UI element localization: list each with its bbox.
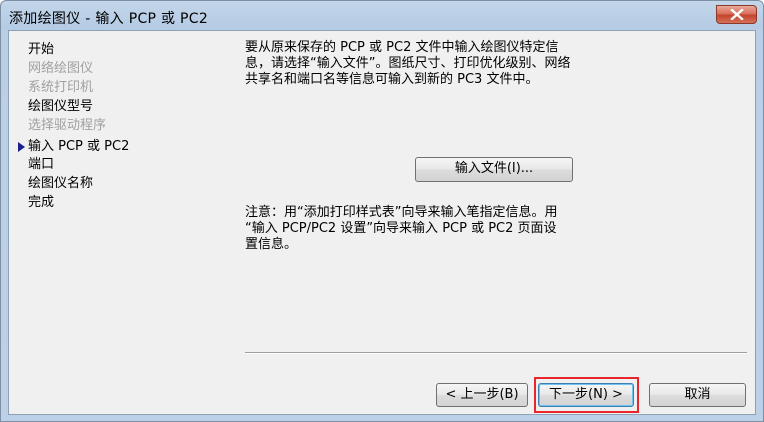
note-text: 注意：用“添加打印样式表”向导来输入笔指定信息。用 “输入 PCP/PC2 设置… <box>245 205 655 253</box>
step-port: 端口 <box>28 157 55 172</box>
add-plotter-dialog: 添加绘图仪 - 输入 PCP 或 PC2 开始 网络绘图仪 系统打印机 绘图仪型… <box>0 0 764 422</box>
import-file-button[interactable]: 输入文件(I)... <box>415 157 573 182</box>
note-line: 注意：用“添加打印样式表”向导来输入笔指定信息。用 <box>245 205 558 220</box>
title-bar: 添加绘图仪 - 输入 PCP 或 PC2 <box>1 1 763 31</box>
close-icon <box>730 9 744 20</box>
step-finish: 完成 <box>28 195 55 210</box>
step-import-pcp-pc2: 输入 PCP 或 PC2 <box>28 139 130 154</box>
description-line: 息，请选择“输入文件”。图纸尺寸、打印优化级别、网络 <box>245 56 571 71</box>
step-plotter-model: 绘图仪型号 <box>28 99 94 114</box>
annotation-highlight-box <box>534 377 639 413</box>
window-title: 添加绘图仪 - 输入 PCP 或 PC2 <box>9 11 209 27</box>
step-select-driver: 选择驱动程序 <box>28 118 107 133</box>
note-line: “输入 PCP/PC2 设置”向导来输入 PCP 或 PC2 页面设 <box>245 221 557 236</box>
step-start: 开始 <box>28 42 55 57</box>
step-system-printer: 系统打印机 <box>28 80 94 95</box>
back-button[interactable]: < 上一步(B) <box>436 383 528 407</box>
footer-divider <box>245 352 747 354</box>
close-button[interactable] <box>716 5 757 24</box>
description-line: 要从原来保存的 PCP 或 PC2 文件中输入绘图仪特定信 <box>245 40 559 55</box>
note-line: 置信息。 <box>245 237 298 252</box>
cancel-button[interactable]: 取消 <box>649 383 746 407</box>
dialog-body: 开始 网络绘图仪 系统打印机 绘图仪型号 选择驱动程序 输入 PCP 或 PC2… <box>8 30 756 415</box>
step-network-plotter: 网络绘图仪 <box>28 61 94 76</box>
description-line: 共享名和端口名等信息可输入到新的 PC3 文件中。 <box>245 72 539 87</box>
step-plotter-name: 绘图仪名称 <box>28 176 94 191</box>
description-text: 要从原来保存的 PCP 或 PC2 文件中输入绘图仪特定信 息，请选择“输入文件… <box>245 40 655 88</box>
current-step-arrow-icon <box>18 142 25 152</box>
